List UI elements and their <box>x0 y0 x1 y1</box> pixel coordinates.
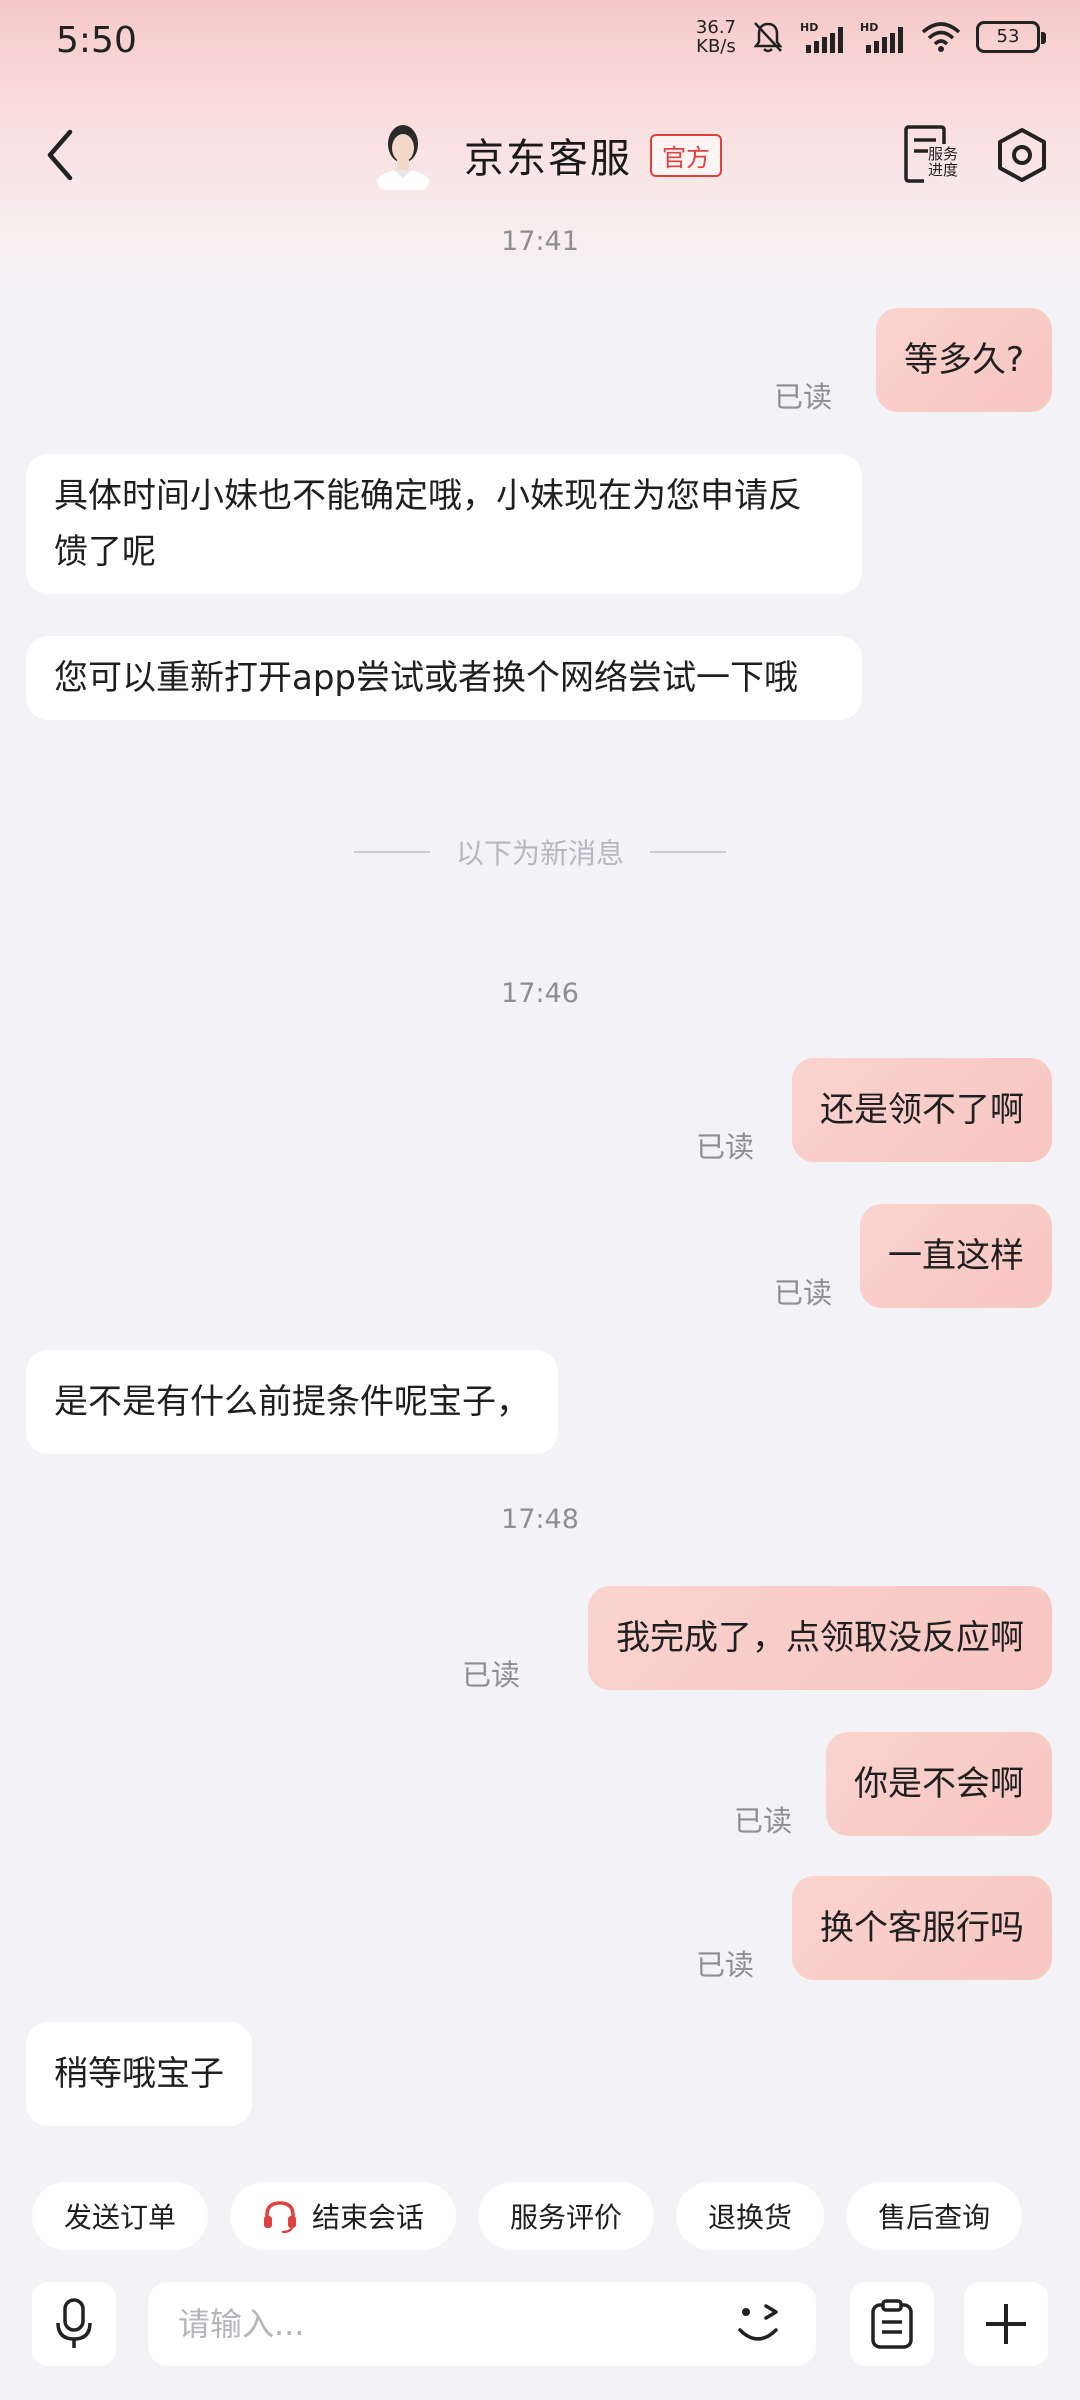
user-message[interactable]: 换个客服行吗 <box>792 1876 1052 1980</box>
read-status: 已读 <box>734 1804 793 1838</box>
service-progress-label: 服务进度 <box>928 145 959 179</box>
end-session-chip[interactable]: 结束会话 <box>230 2182 457 2250</box>
network-speed: 36.7 KB/s <box>696 18 736 56</box>
emoji-icon[interactable] <box>732 2298 788 2350</box>
microphone-icon <box>56 2298 92 2348</box>
read-status: 已读 <box>462 1658 521 1692</box>
network-speed-unit: KB/s <box>696 36 736 57</box>
svg-text:HD: HD <box>800 21 818 34</box>
user-message[interactable]: 一直这样 <box>860 1204 1052 1308</box>
network-speed-value: 36.7 <box>695 17 736 38</box>
service-rating-chip[interactable]: 服务评价 <box>478 2182 655 2250</box>
settings-icon[interactable] <box>994 126 1050 184</box>
headset-icon <box>264 2201 297 2233</box>
return-exchange-chip[interactable]: 退换货 <box>676 2182 825 2250</box>
battery-level: 53 <box>996 26 1020 47</box>
divider-line <box>353 851 430 853</box>
chip-label: 服务评价 <box>510 2201 623 2234</box>
user-message[interactable]: 你是不会啊 <box>826 1732 1052 1836</box>
status-icons: 36.7 KB/s HD HD 53 <box>696 18 1046 56</box>
more-button[interactable] <box>964 2282 1048 2366</box>
official-badge: 官方 <box>650 133 722 177</box>
chip-label: 发送订单 <box>64 2201 177 2234</box>
read-status: 已读 <box>696 1130 755 1164</box>
agent-info[interactable]: 京东客服 官方 <box>372 120 722 190</box>
chip-label: 结束会话 <box>312 2201 425 2234</box>
timestamp: 17:48 <box>501 1504 579 1535</box>
user-message[interactable]: 还是领不了啊 <box>792 1058 1052 1162</box>
status-bar: 5:50 36.7 KB/s HD HD 53 <box>0 0 1080 90</box>
agent-name: 京东客服 <box>464 136 632 182</box>
voice-button[interactable] <box>32 2282 116 2366</box>
agent-message[interactable]: 稍等哦宝子 <box>26 2022 252 2126</box>
svg-text:HD: HD <box>860 21 878 34</box>
clipboard-icon <box>871 2299 913 2349</box>
timestamp: 17:41 <box>501 226 579 257</box>
divider-line <box>650 851 726 853</box>
agent-message[interactable]: 具体时间小妹也不能确定哦，小妹现在为您申请反馈了呢 <box>26 454 862 594</box>
read-status: 已读 <box>774 1276 833 1310</box>
mute-icon <box>753 22 783 53</box>
after-sales-chip[interactable]: 售后查询 <box>846 2182 1023 2250</box>
chip-label: 售后查询 <box>878 2201 991 2234</box>
signal-hd-icon: HD <box>800 21 843 53</box>
user-message[interactable]: 我完成了，点领取没反应啊 <box>588 1586 1052 1690</box>
read-status: 已读 <box>774 380 833 414</box>
chat-header: 京东客服 官方 服务进度 <box>0 100 1080 210</box>
chip-label: 退换货 <box>708 2201 793 2234</box>
agent-avatar <box>377 125 429 190</box>
signal-hd-icon: HD <box>860 21 903 53</box>
back-icon[interactable] <box>40 122 80 188</box>
clipboard-button[interactable] <box>850 2282 934 2366</box>
divider-text: 以下为新消息 <box>455 837 624 870</box>
message-input[interactable] <box>148 2282 816 2366</box>
status-time: 5:50 <box>56 20 137 61</box>
service-progress-button[interactable]: 服务进度 <box>902 122 972 188</box>
user-message[interactable]: 等多久? <box>875 308 1052 412</box>
battery-icon: 53 <box>976 21 1046 53</box>
agent-message[interactable]: 您可以重新打开app尝试或者换个网络尝试一下哦 <box>26 636 862 720</box>
send-order-chip[interactable]: 发送订单 <box>32 2182 209 2250</box>
new-messages-divider: 以下为新消息 <box>0 832 1080 872</box>
agent-message[interactable]: 是不是有什么前提条件呢宝子， <box>26 1350 558 1454</box>
timestamp: 17:46 <box>501 978 579 1009</box>
input-bar <box>0 2282 1080 2400</box>
wifi-icon <box>921 22 961 52</box>
quick-actions: 发送订单 结束会话 服务评价 退换货 售后查询 <box>32 2182 1023 2250</box>
read-status: 已读 <box>696 1948 755 1982</box>
plus-icon <box>986 2304 1026 2344</box>
